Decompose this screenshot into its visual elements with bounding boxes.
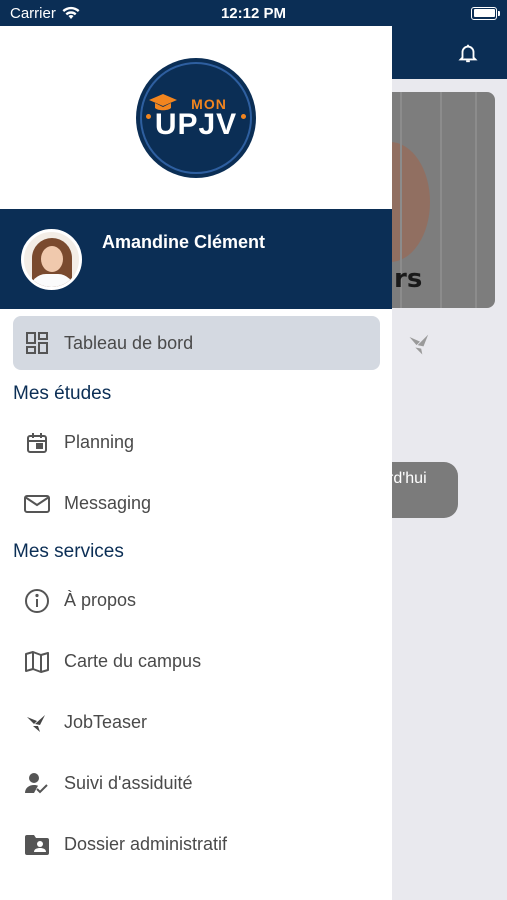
menu-item-label: À propos — [64, 590, 137, 610]
menu-item-dashboard[interactable]: Tableau de bord — [13, 316, 380, 370]
menu-item-label: Suivi d'assiduité — [64, 773, 193, 793]
jobteaser-icon — [23, 709, 51, 737]
menu-item-messaging[interactable]: Messaging — [13, 473, 380, 534]
section-title-services: Mes services — [13, 541, 124, 562]
menu-item-about[interactable]: À propos — [13, 570, 380, 631]
menu-item-label: Tableau de bord — [64, 332, 194, 353]
user-profile[interactable]: Amandine Clément — [0, 209, 392, 309]
status-bar: Carrier 12:12 PM — [0, 0, 507, 26]
app-logo: MON UPJV — [136, 57, 256, 178]
battery-icon — [471, 6, 500, 20]
drawer-menu: Tableau de bord Mes études Planning Mess… — [0, 309, 392, 875]
bell-icon[interactable] — [457, 42, 479, 64]
navigation-drawer: MON UPJV Amandine Clément Tableau de bor… — [0, 26, 392, 900]
menu-item-planning[interactable]: Planning — [13, 412, 380, 473]
info-icon — [23, 587, 51, 615]
menu-item-attendance[interactable]: Suivi d'assiduité — [13, 753, 380, 814]
carrier-label: Carrier — [10, 4, 56, 22]
menu-item-label: JobTeaser — [64, 712, 148, 732]
avatar — [21, 229, 82, 290]
calendar-icon — [23, 429, 51, 457]
attendance-icon — [23, 770, 51, 798]
menu-item-label: Carte du campus — [64, 651, 202, 671]
wifi-icon — [62, 6, 80, 19]
folder-icon — [23, 831, 51, 859]
menu-item-campus-map[interactable]: Carte du campus — [13, 631, 380, 692]
jobteaser-icon[interactable] — [406, 330, 434, 358]
map-icon — [23, 648, 51, 676]
section-title-studies: Mes études — [13, 383, 112, 404]
dashboard-icon — [23, 329, 51, 357]
user-name: Amandine Clément — [102, 232, 266, 252]
menu-item-label: Messaging — [64, 493, 152, 513]
news-card-text: rs — [394, 264, 423, 294]
mail-icon — [23, 490, 51, 518]
menu-item-label: Dossier administratif — [64, 834, 228, 854]
menu-item-admin-folder[interactable]: Dossier administratif — [13, 814, 380, 875]
logo-text-upjv: UPJV — [154, 107, 238, 141]
menu-item-jobteaser[interactable]: JobTeaser — [13, 692, 380, 753]
menu-item-label: Planning — [64, 432, 135, 452]
